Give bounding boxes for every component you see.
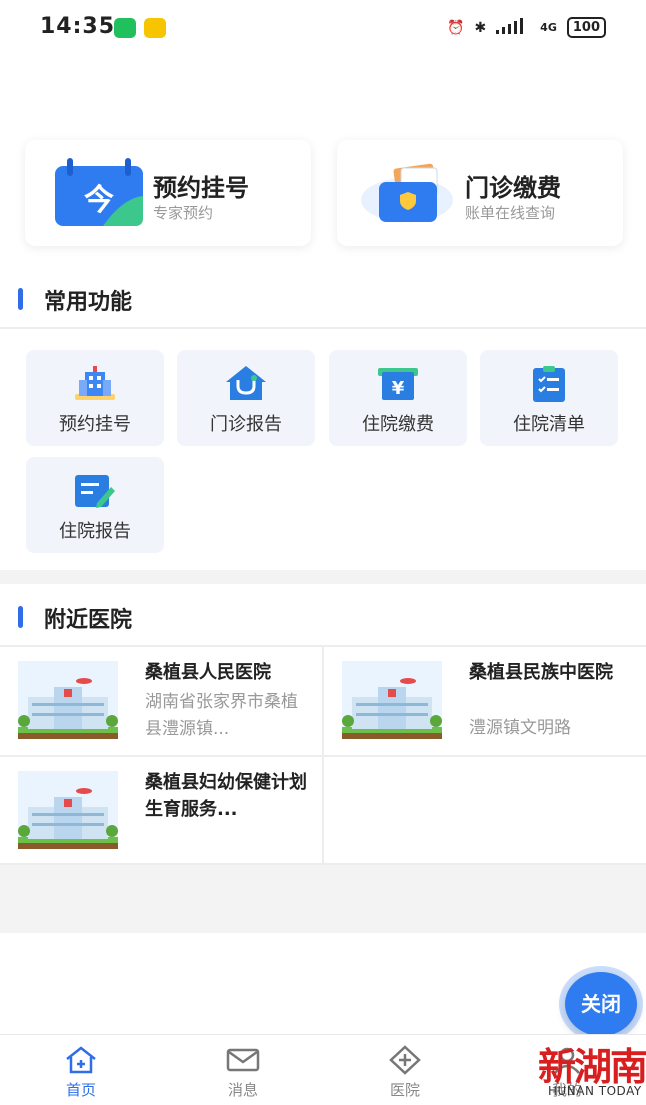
tile-label: 住院缴费 bbox=[362, 414, 434, 435]
battery-indicator: 100 bbox=[566, 17, 606, 38]
checklist-icon bbox=[529, 366, 569, 402]
tile-label: 住院报告 bbox=[59, 521, 131, 542]
wechat-icon bbox=[114, 18, 136, 38]
watermark-logo: 新湖南 HUNAN TODAY bbox=[538, 1036, 646, 1102]
nav-hospital[interactable]: 医院 bbox=[355, 1035, 455, 1105]
hospital-image bbox=[18, 771, 118, 849]
stethoscope-house-icon bbox=[226, 366, 266, 402]
common-functions-header: 常用功能 bbox=[0, 272, 646, 324]
tile-inpatient-list[interactable]: 住院清单 bbox=[480, 350, 618, 446]
section-accent-bar bbox=[18, 288, 23, 310]
outpatient-payment-subtitle: 账单在线查询 bbox=[465, 204, 556, 222]
tile-label: 预约挂号 bbox=[59, 414, 131, 435]
hospital-card[interactable]: 桑植县民族中医院 澧源镇文明路 bbox=[324, 647, 646, 755]
nav-label: 消息 bbox=[227, 1081, 258, 1099]
appointment-subtitle: 专家预约 bbox=[153, 204, 214, 222]
hospital-name: 桑植县人民医院 bbox=[145, 662, 271, 683]
svg-text:今: 今 bbox=[84, 183, 114, 218]
tile-outpatient-report[interactable]: 门诊报告 bbox=[177, 350, 315, 446]
outpatient-payment-card[interactable]: 门诊缴费 账单在线查询 bbox=[337, 140, 623, 246]
tile-label: 门诊报告 bbox=[210, 414, 282, 435]
nav-messages[interactable]: 消息 bbox=[193, 1035, 293, 1105]
appointment-card[interactable]: 今 预约挂号 专家预约 bbox=[25, 140, 311, 246]
svg-text:¥: ¥ bbox=[392, 378, 405, 399]
report-edit-icon bbox=[75, 473, 115, 509]
watermark-caption: HUNAN TODAY bbox=[548, 1084, 642, 1098]
status-bar: 14:35 ⏰ ✱ 4G 100 bbox=[0, 0, 646, 58]
nav-label: 首页 bbox=[65, 1081, 96, 1099]
appointment-title: 预约挂号 bbox=[153, 174, 249, 202]
hospital-building-icon bbox=[75, 366, 115, 402]
home-icon bbox=[66, 1046, 96, 1074]
nearby-hospitals-header: 附近医院 bbox=[0, 590, 646, 642]
calendar-icon: 今 bbox=[53, 158, 145, 232]
medical-cross-icon bbox=[389, 1045, 421, 1075]
tile-inpatient-report[interactable]: 住院报告 bbox=[26, 457, 164, 553]
mail-icon bbox=[226, 1048, 260, 1072]
status-time: 14:35 bbox=[40, 14, 116, 39]
payment-icon: ¥ bbox=[378, 366, 418, 402]
nearby-hospitals-title: 附近医院 bbox=[44, 608, 133, 633]
divider bbox=[0, 327, 646, 329]
tile-label: 住院清单 bbox=[513, 414, 585, 435]
tile-inpatient-payment[interactable]: ¥ 住院缴费 bbox=[329, 350, 467, 446]
hospital-image bbox=[18, 661, 118, 739]
hospital-address: 澧源镇文明路 bbox=[469, 718, 571, 738]
network-type: 4G bbox=[540, 21, 557, 34]
signal-icon bbox=[496, 17, 530, 38]
hospital-name: 桑植县民族中医院 bbox=[469, 662, 613, 683]
watermark-logo-text: 新湖南 bbox=[538, 1044, 646, 1089]
wallet-icon bbox=[359, 160, 455, 230]
common-functions-title: 常用功能 bbox=[44, 290, 133, 315]
status-indicators: ⏰ ✱ 4G 100 bbox=[447, 17, 606, 38]
bluetooth-icon: ✱ bbox=[474, 19, 487, 36]
hospital-card[interactable]: 桑植县人民医院 湖南省张家界市桑植县澧源镇... bbox=[0, 647, 322, 755]
hospital-name: 桑植县妇幼保健计划生育服务... bbox=[145, 772, 307, 820]
nav-label: 医院 bbox=[389, 1081, 420, 1099]
close-button[interactable]: 关闭 bbox=[565, 972, 637, 1036]
section-accent-bar bbox=[18, 606, 23, 628]
content-footer-band bbox=[0, 865, 646, 933]
section-separator bbox=[0, 570, 646, 584]
hospital-image bbox=[342, 661, 442, 739]
tile-appointment[interactable]: 预约挂号 bbox=[26, 350, 164, 446]
hospital-card[interactable]: 桑植县妇幼保健计划生育服务... bbox=[0, 757, 322, 863]
weibo-icon bbox=[144, 18, 166, 38]
nav-home[interactable]: 首页 bbox=[31, 1035, 131, 1105]
outpatient-payment-title: 门诊缴费 bbox=[465, 174, 561, 202]
hospital-address: 湖南省张家界市桑植县澧源镇... bbox=[145, 692, 298, 739]
alarm-icon: ⏰ bbox=[447, 19, 465, 36]
